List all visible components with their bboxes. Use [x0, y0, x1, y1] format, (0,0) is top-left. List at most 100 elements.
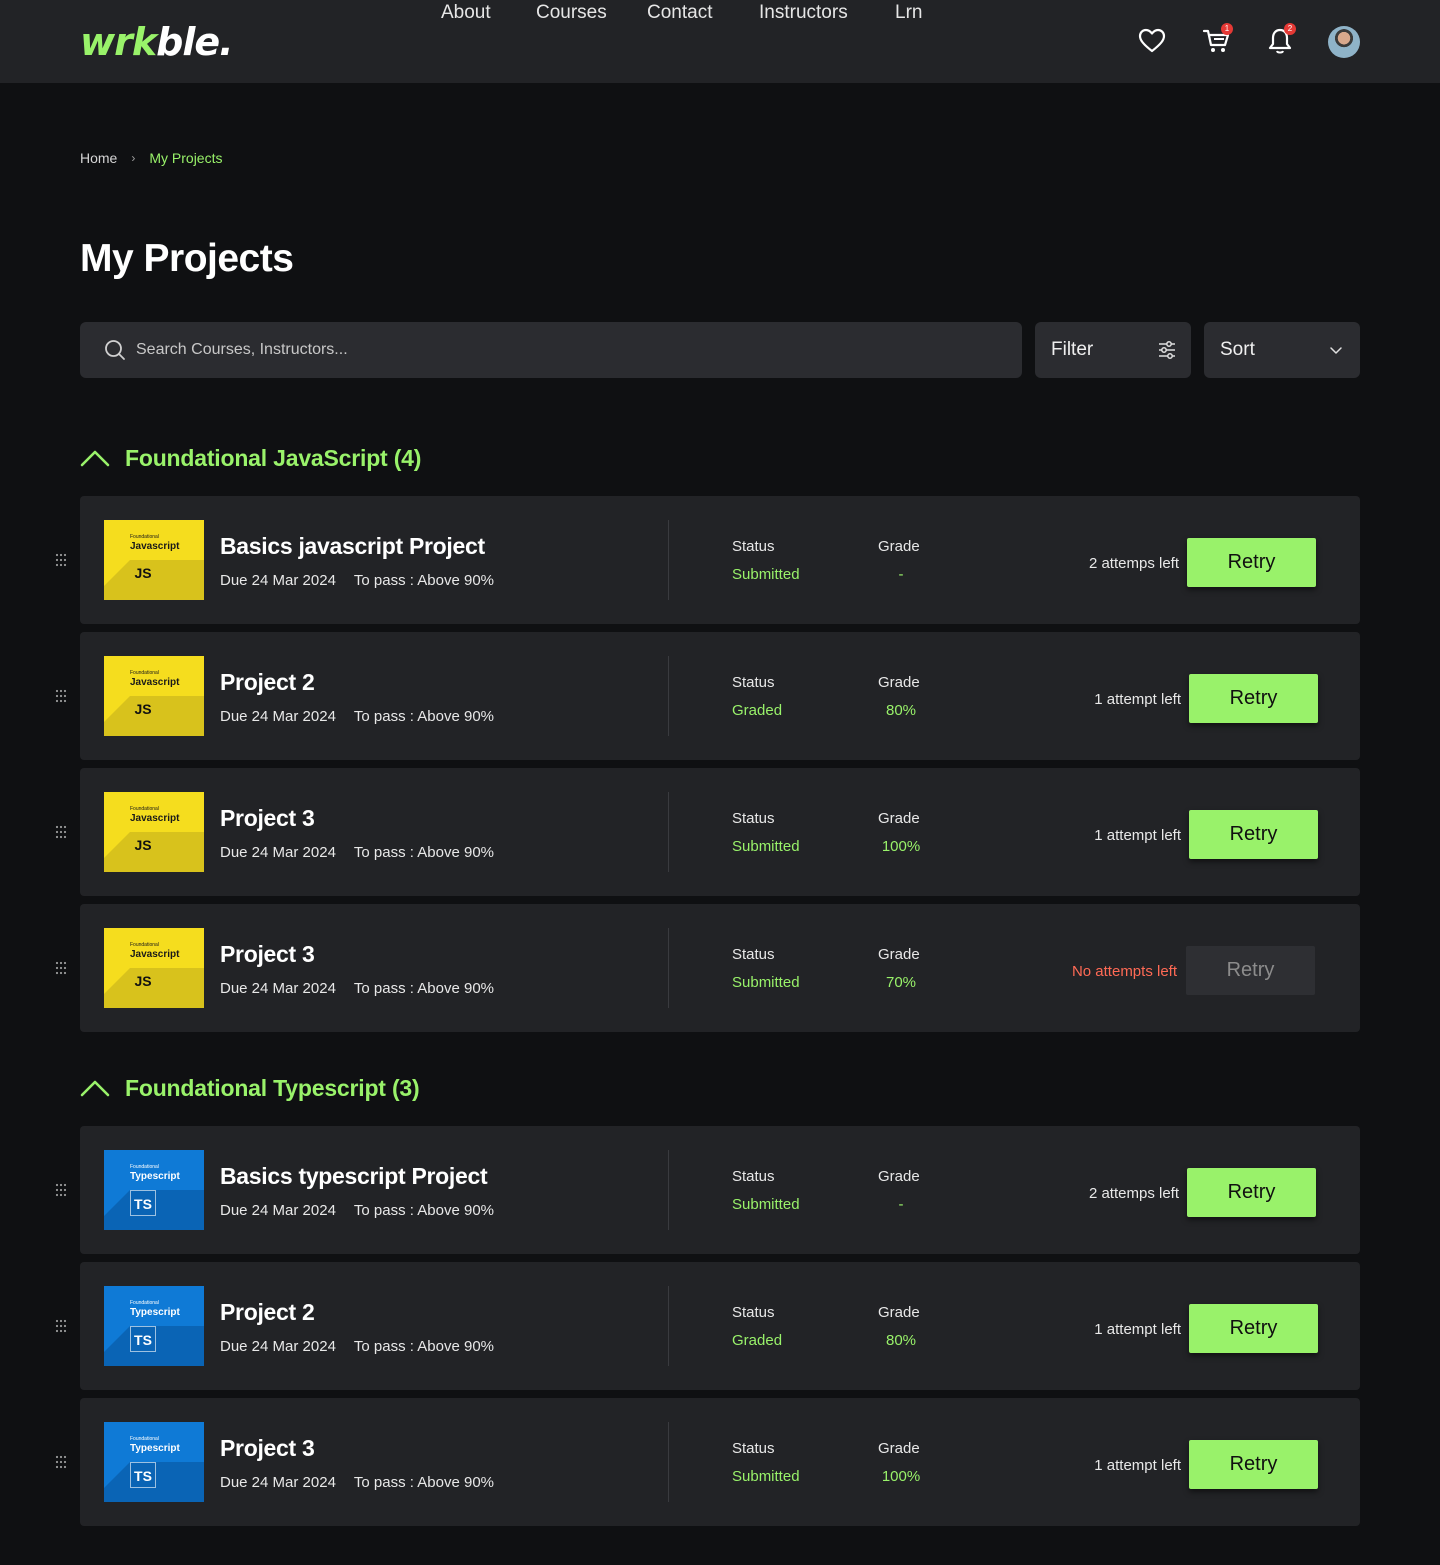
- drag-handle-icon[interactable]: [54, 961, 68, 975]
- project-title[interactable]: Project 3: [220, 940, 315, 968]
- retry-button[interactable]: Retry: [1189, 1304, 1318, 1353]
- nav-link-contact[interactable]: Contact: [647, 0, 712, 26]
- js-logo-icon: JS: [134, 701, 152, 717]
- logo-part-green: wrk: [80, 20, 157, 64]
- thumbnail-caption: Foundational: [130, 534, 159, 540]
- due-date: Due 24 Mar 2024: [220, 572, 336, 589]
- grade-label: Grade: [878, 1168, 920, 1185]
- status-label: Status: [732, 1304, 775, 1321]
- grade-value: 70%: [885, 974, 917, 991]
- project-card: Foundational Javascript JS Project 3 Due…: [55, 904, 1360, 1032]
- grade-label: Grade: [878, 674, 920, 691]
- status-value: Submitted: [732, 566, 800, 583]
- nav-link-courses[interactable]: Courses: [536, 0, 607, 26]
- section-header-typescript[interactable]: Foundational Typescript (3): [80, 1073, 420, 1103]
- thumbnail-course-name: Javascript: [130, 541, 180, 552]
- breadcrumb: Home › My Projects: [80, 149, 222, 167]
- status-label: Status: [732, 674, 775, 691]
- project-title[interactable]: Basics javascript Project: [220, 532, 485, 560]
- retry-button[interactable]: Retry: [1187, 538, 1316, 587]
- retry-button[interactable]: Retry: [1187, 1168, 1316, 1217]
- pass-requirement: To pass : Above 90%: [353, 844, 494, 861]
- ts-logo-icon: TS: [130, 1326, 156, 1352]
- status-value: Graded: [732, 702, 783, 719]
- course-thumbnail: Foundational Javascript JS: [104, 520, 204, 600]
- section-header-javascript[interactable]: Foundational JavaScript (4): [80, 443, 421, 473]
- section-title: Foundational JavaScript (4): [125, 445, 422, 471]
- pass-requirement: To pass : Above 90%: [353, 708, 494, 725]
- project-card: Foundational Typescript TS Basics typesc…: [55, 1126, 1360, 1254]
- project-title[interactable]: Project 2: [220, 1298, 315, 1326]
- grade-label: Grade: [878, 1304, 920, 1321]
- thumbnail-caption: Foundational: [130, 1300, 159, 1306]
- project-title[interactable]: Basics typescript Project: [220, 1162, 488, 1190]
- grade-label: Grade: [878, 946, 920, 963]
- divider: [668, 1286, 669, 1366]
- grade-value: 100%: [881, 838, 921, 855]
- project-title[interactable]: Project 3: [220, 1434, 315, 1462]
- drag-handle-icon[interactable]: [54, 1319, 68, 1333]
- drag-handle-icon[interactable]: [54, 1455, 68, 1469]
- search-bar[interactable]: [80, 322, 1022, 378]
- attempts-left: 1 attempt left: [1094, 827, 1181, 844]
- status-label: Status: [732, 538, 775, 555]
- drag-handle-icon[interactable]: [54, 553, 68, 567]
- project-card: Foundational Typescript TS Project 2 Due…: [55, 1262, 1360, 1390]
- drag-handle-icon[interactable]: [54, 689, 68, 703]
- grade-label: Grade: [878, 810, 920, 827]
- sort-dropdown[interactable]: Sort: [1204, 322, 1360, 378]
- project-meta: Due 24 Mar 2024 To pass : Above 90%: [220, 1202, 494, 1220]
- course-thumbnail: Foundational Typescript TS: [104, 1422, 204, 1502]
- search-input[interactable]: [136, 322, 996, 378]
- retry-button[interactable]: Retry: [1189, 810, 1318, 859]
- pass-requirement: To pass : Above 90%: [353, 1202, 494, 1219]
- thumbnail-caption: Foundational: [130, 942, 159, 948]
- project-card: Foundational Javascript JS Project 2 Due…: [55, 632, 1360, 760]
- project-meta: Due 24 Mar 2024 To pass : Above 90%: [220, 708, 494, 726]
- thumbnail-caption: Foundational: [130, 806, 159, 812]
- thumbnail-course-name: Typescript: [130, 1443, 180, 1454]
- cart-badge: 1: [1221, 23, 1233, 35]
- thumbnail-course-name: Javascript: [130, 949, 180, 960]
- project-meta: Due 24 Mar 2024 To pass : Above 90%: [220, 980, 494, 998]
- project-title[interactable]: Project 2: [220, 668, 315, 696]
- nav-link-instructors[interactable]: Instructors: [759, 0, 848, 26]
- nav-link-about[interactable]: About: [441, 0, 491, 26]
- divider: [668, 656, 669, 736]
- breadcrumb-current[interactable]: My Projects: [149, 149, 222, 167]
- chevron-up-icon: [80, 1080, 110, 1097]
- thumbnail-caption: Foundational: [130, 670, 159, 676]
- nav-link-lrn[interactable]: Lrn: [895, 0, 922, 26]
- attempts-left: 1 attempt left: [1094, 1457, 1181, 1474]
- drag-handle-icon[interactable]: [54, 1183, 68, 1197]
- course-thumbnail: Foundational Typescript TS: [104, 1286, 204, 1366]
- project-title[interactable]: Project 3: [220, 804, 315, 832]
- chevron-down-icon: [1330, 347, 1342, 354]
- cart-icon[interactable]: 1: [1202, 23, 1233, 56]
- breadcrumb-home[interactable]: Home: [80, 149, 117, 167]
- grade-value: -: [898, 566, 904, 583]
- project-meta: Due 24 Mar 2024 To pass : Above 90%: [220, 1338, 494, 1356]
- filter-label: Filter: [1051, 339, 1094, 360]
- divider: [668, 520, 669, 600]
- status-label: Status: [732, 946, 775, 963]
- thumbnail-caption: Foundational: [130, 1164, 159, 1170]
- filter-button[interactable]: Filter: [1035, 322, 1191, 378]
- due-date: Due 24 Mar 2024: [220, 844, 336, 861]
- grade-label: Grade: [878, 538, 920, 555]
- heart-icon[interactable]: [1137, 26, 1167, 56]
- course-thumbnail: Foundational Javascript JS: [104, 792, 204, 872]
- due-date: Due 24 Mar 2024: [220, 1474, 336, 1491]
- bell-icon[interactable]: 2: [1265, 23, 1296, 56]
- drag-handle-icon[interactable]: [54, 825, 68, 839]
- user-avatar[interactable]: [1328, 26, 1360, 58]
- retry-button[interactable]: Retry: [1189, 674, 1318, 723]
- bell-badge: 2: [1284, 23, 1296, 35]
- attempts-left: 2 attemps left: [1088, 1185, 1179, 1202]
- attempts-left: 1 attempt left: [1094, 691, 1181, 708]
- section-title: Foundational Typescript (3): [125, 1075, 420, 1101]
- js-logo-icon: JS: [134, 973, 152, 989]
- brand-logo[interactable]: wrkble.: [80, 20, 234, 64]
- project-meta: Due 24 Mar 2024 To pass : Above 90%: [220, 572, 494, 590]
- retry-button[interactable]: Retry: [1189, 1440, 1318, 1489]
